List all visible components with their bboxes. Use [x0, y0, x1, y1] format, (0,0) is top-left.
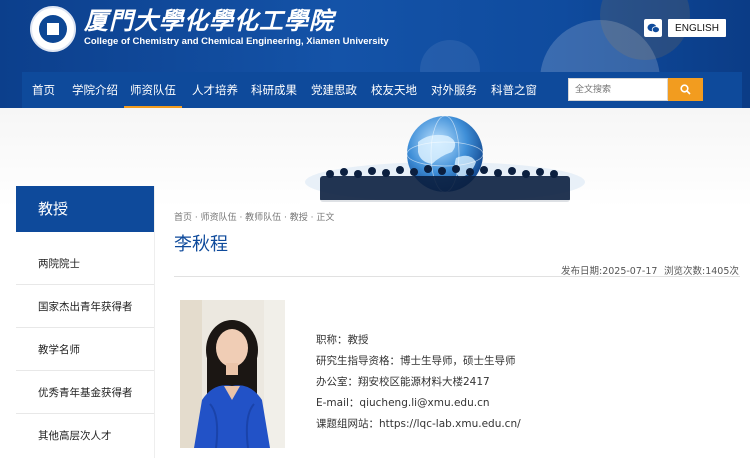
view-count: 浏览次数:1405次	[664, 266, 739, 277]
info-office-row: 办公室：翔安校区能源材料大楼2417	[316, 374, 490, 389]
supervisor-value: 博士生导师，硕士生导师	[400, 355, 516, 367]
breadcrumb[interactable]: 首页 · 师资队伍 · 教师队伍 · 教授 · 正文	[174, 210, 334, 223]
search-button[interactable]	[668, 78, 703, 101]
nav-item-science[interactable]: 科普之窗	[491, 72, 537, 108]
sidebar-item-excellent-young[interactable]: 优秀青年基金获得者	[16, 373, 154, 414]
brand-name-en[interactable]: College of Chemistry and Chemical Engine…	[84, 36, 389, 47]
email-link[interactable]: qiucheng.li@xmu.edu.cn	[359, 397, 489, 409]
nav-item-alumni[interactable]: 校友天地	[371, 72, 417, 108]
info-email-row: E-mail：qiucheng.li@xmu.edu.cn	[316, 395, 490, 410]
university-seal-icon[interactable]	[30, 6, 76, 52]
sidebar-item-teaching-masters[interactable]: 教学名师	[16, 330, 154, 371]
sidebar-item-academicians[interactable]: 两院院士	[16, 244, 154, 285]
nav-item-faculty[interactable]: 师资队伍	[124, 72, 182, 108]
title-value: 教授	[347, 334, 369, 346]
profile-photo	[180, 300, 285, 448]
wechat-icon[interactable]	[644, 19, 662, 37]
nav-item-education[interactable]: 人才培养	[192, 72, 238, 108]
office-label: 办公室：	[316, 376, 358, 388]
nav-item-research[interactable]: 科研成果	[251, 72, 297, 108]
sidebar-item-other-talents[interactable]: 其他高层次人才	[16, 416, 154, 456]
nav-item-party[interactable]: 党建思政	[311, 72, 357, 108]
language-switch-button[interactable]: ENGLISH	[668, 19, 726, 37]
website-label: 课题组网站：	[316, 418, 379, 430]
website-link[interactable]: https://lqc-lab.xmu.edu.cn/	[379, 418, 521, 430]
globe-banner-image	[300, 112, 590, 210]
search-input[interactable]	[568, 78, 668, 101]
nav-item-services[interactable]: 对外服务	[431, 72, 477, 108]
sidebar-heading: 教授	[16, 186, 154, 232]
email-label: E-mail：	[316, 397, 360, 409]
info-website-row: 课题组网站：https://lqc-lab.xmu.edu.cn/	[316, 416, 521, 431]
nav-item-home[interactable]: 首页	[32, 72, 55, 108]
search-icon	[680, 84, 691, 95]
divider	[174, 276, 740, 277]
title-label: 职称：	[316, 334, 348, 346]
brand-name-cn[interactable]: 厦門大學化學化工學院	[84, 8, 334, 34]
nav-item-about[interactable]: 学院介绍	[72, 72, 118, 108]
office-value: 翔安校区能源材料大楼2417	[358, 376, 490, 388]
sidebar: 教授 两院院士 国家杰出青年获得者 教学名师 优秀青年基金获得者 其他高层次人才	[16, 186, 155, 458]
publish-date: 发布日期:2025-07-17	[561, 266, 658, 277]
info-supervisor-row: 研究生指导资格：博士生导师，硕士生导师	[316, 353, 516, 368]
sidebar-item-distinguished-young[interactable]: 国家杰出青年获得者	[16, 287, 154, 328]
info-title-row: 职称：教授	[316, 332, 369, 347]
page-title: 李秋程	[174, 234, 228, 255]
supervisor-label: 研究生指导资格：	[316, 355, 400, 367]
